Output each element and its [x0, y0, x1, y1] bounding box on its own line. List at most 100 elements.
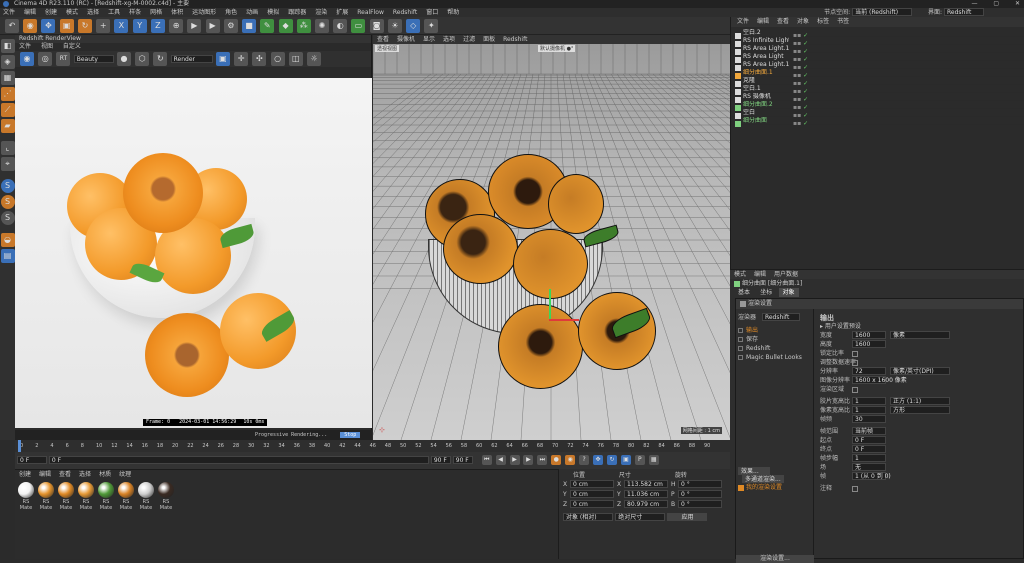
- menu-item[interactable]: 工具: [108, 8, 120, 17]
- key-scale-icon[interactable]: ▣: [620, 455, 631, 465]
- coord-value-field[interactable]: 11.036 cm: [624, 490, 668, 498]
- axis-y-button[interactable]: Y: [132, 19, 147, 33]
- gizmo-x-axis[interactable]: [549, 319, 579, 321]
- object-row[interactable]: 细分曲面.2 ▪▪ ✓: [731, 101, 1024, 111]
- viewport-canvas[interactable]: 透视视图 默认摄像机 ●° 网格间距 : 1 cm ⊹: [373, 44, 730, 440]
- material-menu-item[interactable]: 选择: [79, 471, 91, 478]
- setting-checkbox[interactable]: [852, 350, 858, 357]
- record-icon[interactable]: ●: [551, 455, 562, 465]
- menu-item[interactable]: 模式: [66, 8, 78, 17]
- material-swatch[interactable]: RS Mate: [157, 482, 175, 511]
- material-swatch[interactable]: RS Mate: [57, 482, 75, 511]
- goto-start-icon[interactable]: ⏮: [481, 455, 492, 465]
- redshift-s-icon-3[interactable]: S: [0, 211, 15, 225]
- key-move-icon[interactable]: ✥: [593, 455, 604, 465]
- make-editable-icon[interactable]: ◧: [0, 39, 15, 53]
- render-menu-view[interactable]: 视图: [41, 43, 53, 50]
- setting-unit-select[interactable]: 方形: [890, 406, 950, 414]
- object-row[interactable]: 克隆 ▪▪ ✓: [731, 77, 1024, 87]
- object-row[interactable]: 空白 ▪▪ ✓: [731, 109, 1024, 119]
- grid-icon[interactable]: ✣: [252, 52, 267, 66]
- prev-key-icon[interactable]: ◀: [495, 455, 506, 465]
- menu-item[interactable]: 扩展: [336, 8, 348, 17]
- channel-icon[interactable]: ⬡: [135, 52, 150, 66]
- start-frame-field[interactable]: 0 F: [48, 455, 429, 464]
- key-param-icon[interactable]: P: [634, 455, 645, 465]
- setting-unit-select[interactable]: 像素: [890, 331, 950, 339]
- key-pla-icon[interactable]: ▦: [648, 455, 659, 465]
- object-row[interactable]: RS Infinite Light ▪▪ ✓: [731, 37, 1024, 47]
- menu-item[interactable]: 体积: [171, 8, 183, 17]
- edges-mode-icon[interactable]: ⟋: [0, 103, 15, 117]
- model-mode-icon[interactable]: ◈: [0, 55, 15, 69]
- crosshair-icon[interactable]: ✛: [234, 52, 249, 66]
- render-settings-icon[interactable]: ⚙: [223, 19, 238, 33]
- viewport-menu-item[interactable]: 过滤: [463, 36, 475, 43]
- menu-item[interactable]: 样条: [129, 8, 141, 17]
- enable-check-icon[interactable]: ✓: [803, 120, 808, 127]
- object-row[interactable]: 空白.1 ▪▪ ✓: [731, 85, 1024, 95]
- render-menu-custom[interactable]: 自定义: [63, 43, 81, 50]
- material-menu-item[interactable]: 创建: [19, 471, 31, 478]
- undo-icon[interactable]: ↶: [5, 19, 19, 33]
- cube-icon[interactable]: ■: [242, 19, 257, 33]
- node-space-select[interactable]: 当前 (Redshift): [852, 8, 913, 16]
- tab-object[interactable]: 对象: [778, 288, 799, 297]
- effects-button[interactable]: 效果...: [738, 467, 770, 475]
- menu-item[interactable]: 动画: [246, 8, 258, 17]
- light-icon[interactable]: ☀: [387, 19, 402, 33]
- coord-system-icon[interactable]: ⊕: [169, 19, 184, 33]
- render-settings-open-button[interactable]: 渲染设置...: [736, 555, 814, 563]
- axis-x-button[interactable]: X: [114, 19, 129, 33]
- subdivision-icon[interactable]: ◆: [278, 19, 293, 33]
- object-menu-item[interactable]: 文件: [737, 18, 749, 25]
- texture-mode-icon[interactable]: ▦: [0, 71, 15, 85]
- key-rotate-icon[interactable]: ↻: [606, 455, 617, 465]
- render-picture-viewer-icon[interactable]: ▶: [205, 19, 220, 33]
- list-checkbox[interactable]: [738, 328, 743, 333]
- region-icon[interactable]: ▣: [215, 52, 230, 66]
- menu-item[interactable]: 角色: [225, 8, 237, 17]
- setting-value-field[interactable]: 1 (从 0 到 0): [852, 472, 891, 480]
- setting-value-field[interactable]: 1600 x 1600 像素: [852, 376, 907, 384]
- setting-checkbox[interactable]: [852, 485, 858, 492]
- setting-checkbox[interactable]: [852, 386, 858, 393]
- playhead[interactable]: [18, 440, 21, 452]
- points-mode-icon[interactable]: ⋰: [0, 87, 15, 101]
- object-row[interactable]: 空白.2 ▪▪ ✓: [731, 29, 1024, 39]
- object-row[interactable]: RS 摄像机 ▪▪ ✓: [731, 93, 1024, 103]
- render-view-icon[interactable]: ▶: [187, 19, 202, 33]
- setting-value-field[interactable]: 30: [852, 415, 886, 423]
- setting-value-field[interactable]: 1: [852, 454, 886, 462]
- move-icon[interactable]: ✥: [41, 19, 56, 33]
- object-menu-item[interactable]: 书签: [837, 18, 849, 25]
- render-settings-list-item[interactable]: 输出: [738, 326, 811, 335]
- setting-checkbox[interactable]: [852, 359, 858, 366]
- pass-select[interactable]: Render: [170, 55, 213, 63]
- setting-unit-select[interactable]: 像素/英寸(DPI): [890, 367, 950, 375]
- preset-row[interactable]: ▸ 用户设置预设: [820, 322, 1018, 331]
- viewport-menu-item[interactable]: 显示: [423, 36, 435, 43]
- current-frame-field[interactable]: 0 F: [17, 455, 47, 464]
- redshift-s-icon-2[interactable]: S: [0, 195, 15, 209]
- snap-icon[interactable]: ⌖: [0, 157, 15, 171]
- setting-value-field[interactable]: 72: [852, 367, 886, 375]
- render-settings-list-item[interactable]: Redshift: [738, 344, 811, 353]
- attributes-menu-item[interactable]: 编辑: [754, 271, 766, 278]
- rt-icon[interactable]: RT: [56, 52, 71, 66]
- setting-value-field[interactable]: 1: [852, 406, 886, 414]
- material-swatch[interactable]: RS Mate: [97, 482, 115, 511]
- minimize-button[interactable]: —: [971, 0, 977, 7]
- menu-item[interactable]: 模拟: [267, 8, 279, 17]
- ipr-icon[interactable]: ◎: [38, 52, 53, 66]
- coord-value-field[interactable]: 0 °: [678, 480, 722, 488]
- menu-item[interactable]: 选择: [87, 8, 99, 17]
- end-frame-field[interactable]: 90 F: [430, 455, 451, 464]
- redshift-s-icon-1[interactable]: S: [0, 179, 15, 193]
- menu-item[interactable]: 网格: [150, 8, 162, 17]
- object-menu-item[interactable]: 编辑: [757, 18, 769, 25]
- axis-z-button[interactable]: Z: [150, 19, 165, 33]
- viewport-menu-item[interactable]: Redshift: [503, 36, 527, 43]
- tab-coord[interactable]: 坐标: [756, 288, 776, 297]
- render-stop-button[interactable]: Stop: [340, 432, 361, 438]
